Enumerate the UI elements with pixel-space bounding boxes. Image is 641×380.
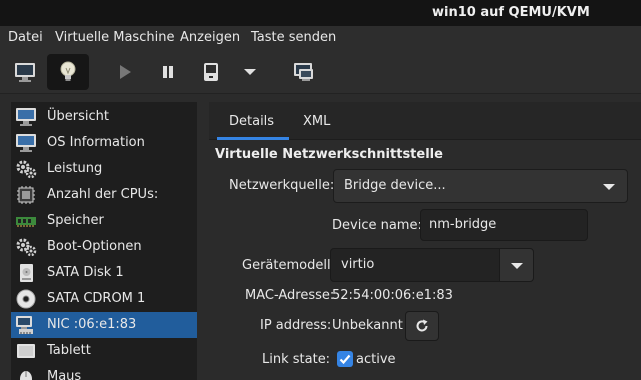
sidebar-item-nic[interactable]: NIC :06:e1:83	[11, 312, 197, 338]
sidebar-item-cpus[interactable]: Anzahl der CPUs:	[11, 182, 197, 208]
refresh-icon	[416, 319, 428, 332]
title-bar: win10 auf QEMU/KVM	[0, 0, 641, 26]
toolbar	[0, 50, 641, 94]
dropdown-arrow-icon	[244, 69, 256, 75]
sidebar-item-mouse[interactable]: Maus	[11, 364, 197, 380]
monitor-icon	[15, 63, 35, 82]
ip-address-value: Unbekannt	[332, 318, 403, 333]
sidebar-item-boot-options[interactable]: Boot-Optionen	[11, 234, 197, 260]
section-title: Virtuelle Netzwerkschnittstelle	[215, 147, 443, 162]
menu-virtuelle-maschine[interactable]: Virtuelle Maschine	[55, 30, 174, 45]
shutdown-icon	[204, 63, 218, 81]
window-title: win10 auf QEMU/KVM	[432, 5, 590, 20]
snapshot-icon	[294, 63, 313, 81]
link-state-value: active	[356, 352, 396, 367]
tab-bar: Details XML	[209, 102, 641, 140]
device-model-value: virtio	[341, 257, 375, 272]
sidebar-item-label: NIC :06:e1:83	[47, 317, 137, 332]
sidebar-item-label: Anzahl der CPUs:	[47, 187, 159, 202]
cdrom-icon	[16, 289, 36, 309]
hardware-list: Übersicht OS Information Leistung Anzahl…	[11, 102, 197, 380]
monitor-icon	[16, 134, 36, 152]
sidebar-item-label: Tablett	[47, 343, 91, 358]
shutdown-button[interactable]	[194, 54, 228, 90]
sidebar-item-label: Leistung	[47, 161, 103, 176]
cpu-icon	[17, 186, 35, 204]
sidebar-item-label: Speicher	[47, 213, 104, 228]
tab-xml[interactable]: XML	[303, 114, 330, 129]
sidebar-item-sata-disk[interactable]: SATA Disk 1	[11, 260, 197, 286]
device-model-label: Gerätemodell:	[242, 258, 335, 273]
monitor-icon	[16, 108, 36, 126]
device-name-label: Device name:	[332, 218, 422, 233]
chevron-down-icon	[511, 263, 523, 269]
network-source-value: Bridge device...	[344, 178, 446, 193]
sidebar-item-label: Übersicht	[47, 109, 109, 124]
sidebar-item-sata-cdrom[interactable]: SATA CDROM 1	[11, 286, 197, 312]
sidebar-item-memory[interactable]: Speicher	[11, 208, 197, 234]
mac-address-label: MAC-Adresse:	[245, 288, 335, 303]
disk-icon	[20, 264, 33, 282]
link-state-label: Link state:	[262, 352, 331, 367]
device-name-value: nm-bridge	[429, 217, 497, 232]
shutdown-menu-button[interactable]	[236, 54, 264, 90]
refresh-ip-button[interactable]	[405, 311, 439, 341]
checkmark-icon	[339, 354, 351, 365]
menu-bar: Datei Virtuelle Maschine Anzeigen Taste …	[0, 26, 641, 50]
run-button[interactable]	[108, 54, 142, 90]
sidebar-item-label: SATA Disk 1	[47, 265, 124, 280]
chevron-down-icon	[603, 184, 615, 190]
menu-anzeigen[interactable]: Anzeigen	[180, 30, 240, 45]
mouse-icon	[20, 371, 32, 380]
device-model-combo: virtio	[330, 248, 534, 282]
pause-button[interactable]	[151, 54, 185, 90]
tab-details[interactable]: Details	[229, 114, 274, 129]
tablet-icon	[17, 344, 35, 358]
gears-icon	[16, 238, 37, 257]
device-model-input[interactable]: virtio	[330, 248, 500, 282]
sidebar-item-os-information[interactable]: OS Information	[11, 130, 197, 156]
link-state-checkbox[interactable]	[337, 351, 353, 367]
console-button[interactable]	[6, 54, 44, 90]
gears-icon	[16, 160, 37, 179]
details-pane: Details XML Virtuelle Netzwerkschnittste…	[209, 102, 641, 380]
device-name-input[interactable]: nm-bridge	[420, 209, 588, 241]
sidebar-item-performance[interactable]: Leistung	[11, 156, 197, 182]
network-source-label: Netzwerkquelle:	[229, 178, 335, 193]
sidebar-item-overview[interactable]: Übersicht	[11, 104, 197, 130]
lightbulb-icon	[60, 61, 76, 81]
mac-address-value: 52:54:00:06:e1:83	[332, 288, 453, 303]
details-button[interactable]	[47, 54, 89, 90]
network-icon	[16, 316, 33, 334]
device-model-dropdown-button[interactable]	[499, 248, 534, 282]
sidebar-item-label: OS Information	[47, 135, 145, 150]
sidebar-item-label: Maus	[47, 369, 82, 380]
network-source-dropdown[interactable]: Bridge device...	[333, 169, 628, 203]
sidebar-item-label: Boot-Optionen	[47, 239, 142, 254]
memory-icon	[16, 217, 36, 227]
menu-taste-senden[interactable]: Taste senden	[251, 30, 336, 45]
ip-address-label: IP address:	[260, 318, 332, 333]
play-icon	[120, 65, 131, 79]
sidebar-item-tablet[interactable]: Tablett	[11, 338, 197, 364]
snapshots-button[interactable]	[287, 54, 321, 90]
active-tab-indicator	[217, 137, 289, 140]
pause-icon	[163, 66, 173, 78]
sidebar-item-label: SATA CDROM 1	[47, 291, 146, 306]
menu-datei[interactable]: Datei	[8, 30, 43, 45]
